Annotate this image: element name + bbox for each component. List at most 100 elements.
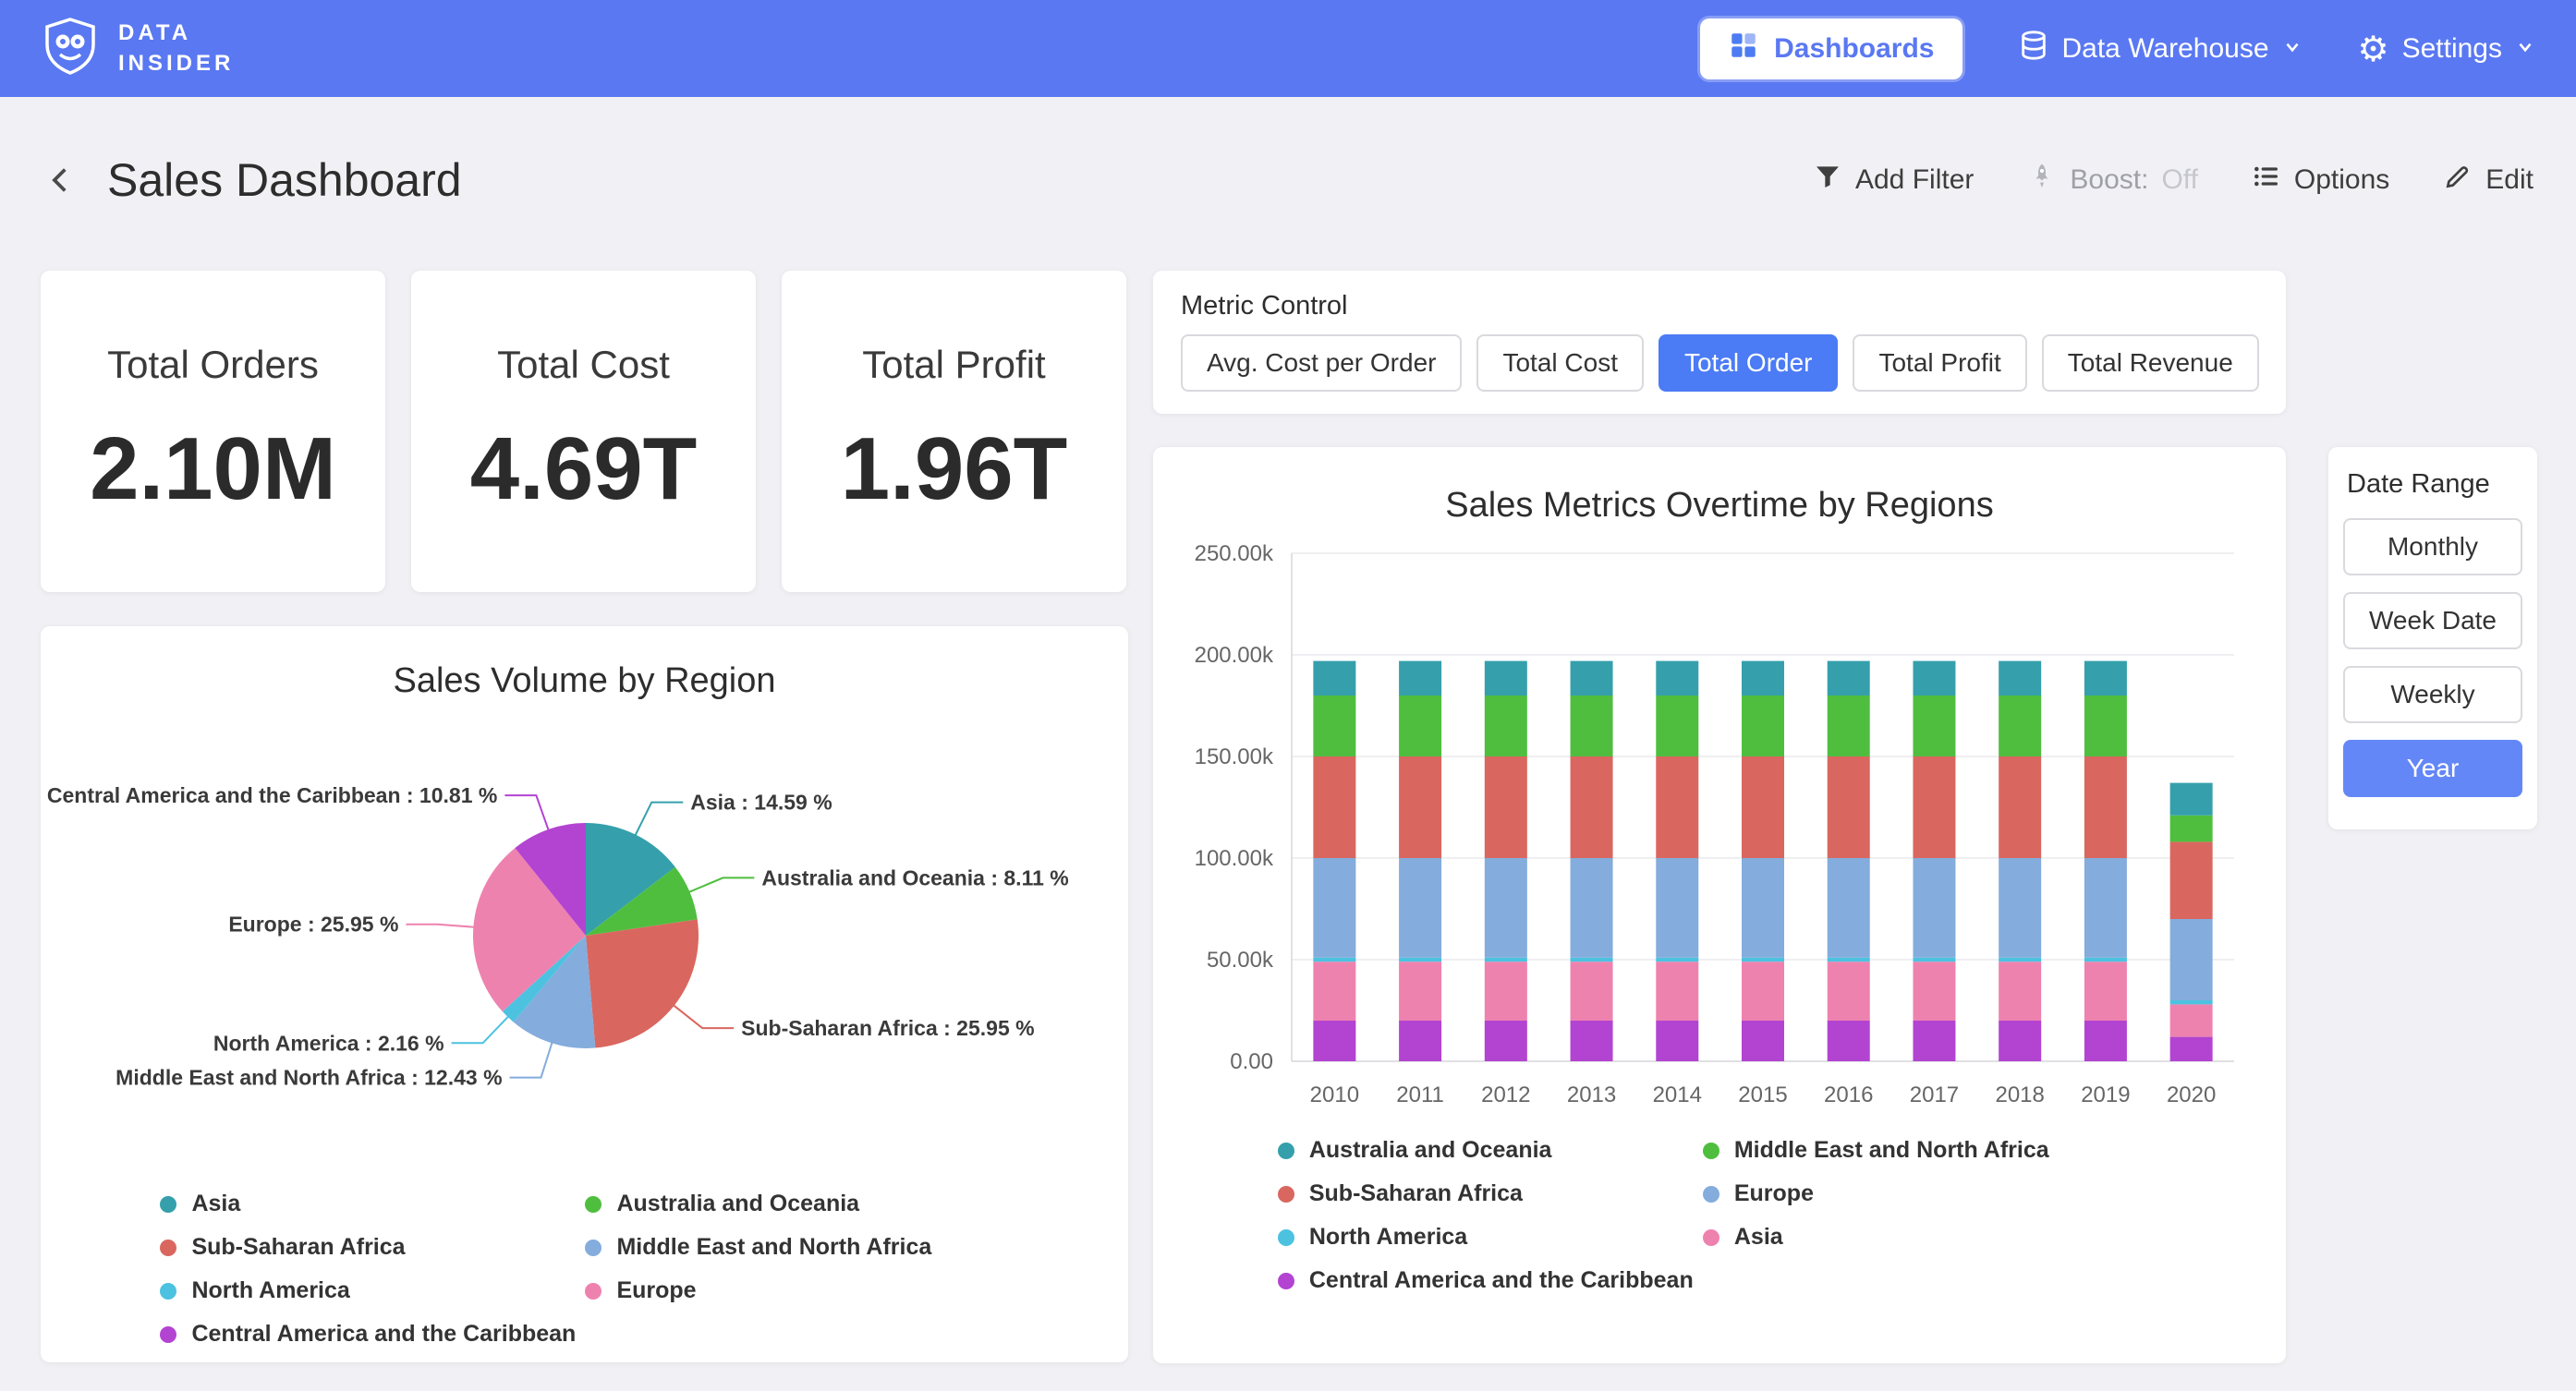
bar-segment[interactable] xyxy=(2084,962,2127,1021)
boost-toggle[interactable]: Boost: Off xyxy=(2027,162,2198,199)
bar-segment[interactable] xyxy=(1571,661,1613,696)
bar-segment[interactable] xyxy=(1656,756,1698,858)
bar-segment[interactable] xyxy=(1399,661,1441,696)
pie-legend-item[interactable]: Sub-Saharan Africa xyxy=(160,1234,585,1261)
bar-segment[interactable] xyxy=(1828,661,1870,696)
bar-segment[interactable] xyxy=(1313,756,1355,858)
bar-legend-item[interactable]: Central America and the Caribbean xyxy=(1278,1267,1703,1294)
bar-segment[interactable] xyxy=(1571,958,1613,962)
bar-legend-item[interactable]: Sub-Saharan Africa xyxy=(1278,1180,1703,1207)
date-range-option-monthly[interactable]: Monthly xyxy=(2343,518,2522,575)
bar-segment[interactable] xyxy=(1485,756,1527,858)
bar-segment[interactable] xyxy=(1828,756,1870,858)
bar-segment[interactable] xyxy=(1656,661,1698,696)
bar-segment[interactable] xyxy=(1656,962,1698,1021)
bar-segment[interactable] xyxy=(1742,958,1784,962)
bar-segment[interactable] xyxy=(2084,696,2127,756)
bar-segment[interactable] xyxy=(1742,756,1784,858)
bar-segment[interactable] xyxy=(1999,958,2041,962)
bar-segment[interactable] xyxy=(2170,1004,2213,1036)
pie-slice[interactable] xyxy=(586,919,699,1047)
bar-segment[interactable] xyxy=(1999,661,2041,696)
bar-segment[interactable] xyxy=(1313,958,1355,962)
bar-legend-item[interactable]: Asia xyxy=(1703,1224,2161,1251)
bar-segment[interactable] xyxy=(1313,962,1355,1021)
bar-segment[interactable] xyxy=(1913,962,1955,1021)
pie-legend-item[interactable]: Europe xyxy=(585,1277,1008,1304)
pie-legend-item[interactable]: North America xyxy=(160,1277,585,1304)
back-button[interactable] xyxy=(43,162,79,199)
bar-segment[interactable] xyxy=(1399,1021,1441,1061)
bar-segment[interactable] xyxy=(2084,661,2127,696)
add-filter-button[interactable]: Add Filter xyxy=(1813,162,1974,199)
bar-segment[interactable] xyxy=(1485,958,1527,962)
bar-segment[interactable] xyxy=(1913,696,1955,756)
bar-segment[interactable] xyxy=(2084,1021,2127,1061)
bar-segment[interactable] xyxy=(1999,756,2041,858)
bar-segment[interactable] xyxy=(1571,1021,1613,1061)
pie-legend-item[interactable]: Australia and Oceania xyxy=(585,1191,1008,1217)
bar-segment[interactable] xyxy=(2170,919,2213,1000)
bar-segment[interactable] xyxy=(1828,696,1870,756)
edit-button[interactable]: Edit xyxy=(2443,162,2533,199)
bar-segment[interactable] xyxy=(1999,1021,2041,1061)
bar-segment[interactable] xyxy=(1399,858,1441,958)
bar-segment[interactable] xyxy=(2170,816,2213,842)
bar-segment[interactable] xyxy=(1485,962,1527,1021)
bar-segment[interactable] xyxy=(1656,958,1698,962)
bar-segment[interactable] xyxy=(1742,962,1784,1021)
bar-segment[interactable] xyxy=(2084,858,2127,958)
metric-option-total-order[interactable]: Total Order xyxy=(1659,334,1839,392)
pie-legend-item[interactable]: Central America and the Caribbean xyxy=(160,1321,585,1348)
bar-legend-item[interactable]: Australia and Oceania xyxy=(1278,1137,1703,1164)
bar-segment[interactable] xyxy=(1828,962,1870,1021)
bar-segment[interactable] xyxy=(1399,962,1441,1021)
metric-option-total-revenue[interactable]: Total Revenue xyxy=(2042,334,2259,392)
bar-segment[interactable] xyxy=(2170,1000,2213,1004)
bar-legend-item[interactable]: North America xyxy=(1278,1224,1703,1251)
bar-segment[interactable] xyxy=(1828,958,1870,962)
metric-option-total-cost[interactable]: Total Cost xyxy=(1476,334,1644,392)
bar-segment[interactable] xyxy=(1742,661,1784,696)
pie-legend-item[interactable]: Asia xyxy=(160,1191,585,1217)
bar-segment[interactable] xyxy=(1999,962,2041,1021)
bar-segment[interactable] xyxy=(1571,756,1613,858)
metric-option-avg-cost-per-order[interactable]: Avg. Cost per Order xyxy=(1181,334,1462,392)
bar-segment[interactable] xyxy=(1313,1021,1355,1061)
bar-segment[interactable] xyxy=(1656,858,1698,958)
bar-segment[interactable] xyxy=(1485,858,1527,958)
bar-segment[interactable] xyxy=(1656,696,1698,756)
bar-segment[interactable] xyxy=(1571,696,1613,756)
nav-dashboards-button[interactable]: Dashboards xyxy=(1700,18,1962,79)
bar-segment[interactable] xyxy=(1913,661,1955,696)
bar-segment[interactable] xyxy=(1485,696,1527,756)
bar-segment[interactable] xyxy=(2170,783,2213,816)
bar-segment[interactable] xyxy=(2084,958,2127,962)
nav-settings[interactable]: ⚙ Settings xyxy=(2358,31,2535,67)
bar-segment[interactable] xyxy=(1313,696,1355,756)
bar-segment[interactable] xyxy=(1742,858,1784,958)
bar-segment[interactable] xyxy=(2170,1037,2213,1061)
date-range-option-weekly[interactable]: Weekly xyxy=(2343,666,2522,723)
metric-option-total-profit[interactable]: Total Profit xyxy=(1853,334,2026,392)
bar-legend-item[interactable]: Middle East and North Africa xyxy=(1703,1137,2161,1164)
bar-segment[interactable] xyxy=(1828,858,1870,958)
bar-segment[interactable] xyxy=(1399,696,1441,756)
bar-segment[interactable] xyxy=(1656,1021,1698,1061)
bar-segment[interactable] xyxy=(1999,696,2041,756)
bar-segment[interactable] xyxy=(1913,756,1955,858)
bar-legend-item[interactable]: Europe xyxy=(1703,1180,2161,1207)
bar-segment[interactable] xyxy=(1828,1021,1870,1061)
pie-legend-item[interactable]: Middle East and North Africa xyxy=(585,1234,1008,1261)
bar-segment[interactable] xyxy=(1313,661,1355,696)
bar-segment[interactable] xyxy=(1913,1021,1955,1061)
bar-segment[interactable] xyxy=(1485,1021,1527,1061)
bar-segment[interactable] xyxy=(1399,756,1441,858)
options-button[interactable]: Options xyxy=(2252,162,2389,199)
bar-segment[interactable] xyxy=(2170,841,2213,919)
bar-segment[interactable] xyxy=(1742,696,1784,756)
bar-segment[interactable] xyxy=(1913,958,1955,962)
bar-segment[interactable] xyxy=(2084,756,2127,858)
bar-segment[interactable] xyxy=(1913,858,1955,958)
bar-segment[interactable] xyxy=(1999,858,2041,958)
